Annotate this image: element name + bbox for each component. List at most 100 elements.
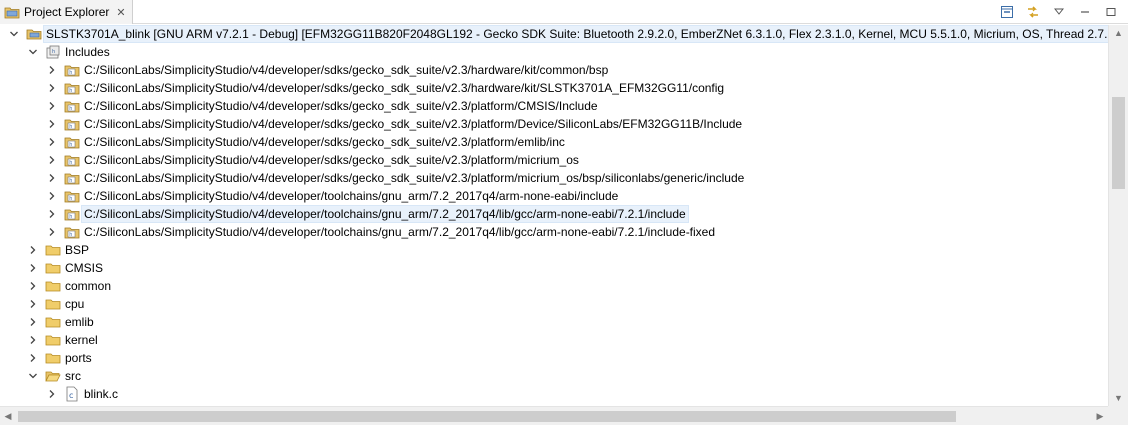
tree-row-includes[interactable]: h Includes xyxy=(0,43,1108,61)
chevron-right-icon[interactable] xyxy=(28,317,38,327)
svg-text:h: h xyxy=(69,88,72,94)
tree-row-folder-kernel[interactable]: kernel xyxy=(0,331,1108,349)
folder-icon xyxy=(45,260,61,276)
tree-row-include-path[interactable]: h C:/SiliconLabs/SimplicityStudio/v4/dev… xyxy=(0,97,1108,115)
folder-label: CMSIS xyxy=(65,261,104,275)
svg-text:c: c xyxy=(69,391,73,400)
vertical-scroll-thumb[interactable] xyxy=(1112,97,1125,189)
scroll-down-icon[interactable]: ▼ xyxy=(1109,390,1128,406)
tree-row-project[interactable]: SLSTK3701A_blink [GNU ARM v7.2.1 - Debug… xyxy=(0,25,1108,43)
chevron-right-icon[interactable] xyxy=(47,209,57,219)
folder-icon xyxy=(45,296,61,312)
include-path-label: C:/SiliconLabs/SimplicityStudio/v4/devel… xyxy=(84,81,725,95)
project-folder-icon xyxy=(26,26,42,42)
include-folder-icon: h xyxy=(64,116,80,132)
folder-icon xyxy=(45,350,61,366)
chevron-right-icon[interactable] xyxy=(47,173,57,183)
include-folder-icon: h xyxy=(64,224,80,240)
c-file-icon: c xyxy=(64,386,80,402)
includes-label: Includes xyxy=(65,45,110,59)
project-tree: SLSTK3701A_blink [GNU ARM v7.2.1 - Debug… xyxy=(0,25,1108,406)
svg-text:h: h xyxy=(69,214,72,220)
folder-icon xyxy=(45,242,61,258)
svg-text:h: h xyxy=(52,49,55,55)
include-folder-icon: h xyxy=(64,152,80,168)
chevron-right-icon[interactable] xyxy=(47,137,57,147)
tree-row-include-path[interactable]: h C:/SiliconLabs/SimplicityStudio/v4/dev… xyxy=(0,115,1108,133)
folder-label: common xyxy=(65,279,112,293)
tree-row-include-path[interactable]: h C:/SiliconLabs/SimplicityStudio/v4/dev… xyxy=(0,169,1108,187)
scroll-up-icon[interactable]: ▲ xyxy=(1109,25,1128,41)
chevron-right-icon[interactable] xyxy=(47,155,57,165)
vertical-scrollbar[interactable]: ▲ ▼ xyxy=(1108,25,1128,406)
svg-text:h: h xyxy=(69,232,72,238)
tree-row-include-path[interactable]: h C:/SiliconLabs/SimplicityStudio/v4/dev… xyxy=(0,223,1108,241)
chevron-down-icon[interactable] xyxy=(28,371,38,381)
tree-row-include-path[interactable]: h C:/SiliconLabs/SimplicityStudio/v4/dev… xyxy=(0,61,1108,79)
chevron-right-icon[interactable] xyxy=(47,83,57,93)
folder-icon xyxy=(45,332,61,348)
close-icon[interactable]: ✕ xyxy=(116,6,125,19)
svg-text:h: h xyxy=(69,124,72,130)
tree-row-folder-emlib[interactable]: emlib xyxy=(0,313,1108,331)
chevron-right-icon[interactable] xyxy=(47,227,57,237)
include-folder-icon: h xyxy=(64,206,80,222)
include-path-label: C:/SiliconLabs/SimplicityStudio/v4/devel… xyxy=(84,225,716,239)
tree-row-include-path[interactable]: h C:/SiliconLabs/SimplicityStudio/v4/dev… xyxy=(0,79,1108,97)
include-path-label: C:/SiliconLabs/SimplicityStudio/v4/devel… xyxy=(84,99,598,113)
collapse-all-icon[interactable] xyxy=(998,3,1016,21)
folder-label: cpu xyxy=(65,297,85,311)
include-folder-icon: h xyxy=(64,80,80,96)
svg-text:h: h xyxy=(69,160,72,166)
scroll-right-icon[interactable]: ▶ xyxy=(1092,407,1108,425)
chevron-right-icon[interactable] xyxy=(47,119,57,129)
chevron-down-icon[interactable] xyxy=(28,47,38,57)
file-label: blink.c xyxy=(84,387,119,401)
project-explorer-icon xyxy=(4,7,20,19)
folder-icon xyxy=(45,278,61,294)
chevron-down-icon[interactable] xyxy=(9,29,19,39)
maximize-icon[interactable] xyxy=(1102,3,1120,21)
tree-row-folder-bsp[interactable]: BSP xyxy=(0,241,1108,259)
tree-row-folder-cmsis[interactable]: CMSIS xyxy=(0,259,1108,277)
tree-row-file-blink[interactable]: c blink.c xyxy=(0,385,1108,403)
chevron-right-icon[interactable] xyxy=(28,353,38,363)
tree-row-folder-ports[interactable]: ports xyxy=(0,349,1108,367)
chevron-right-icon[interactable] xyxy=(28,281,38,291)
minimize-icon[interactable] xyxy=(1076,3,1094,21)
chevron-right-icon[interactable] xyxy=(47,191,57,201)
scrollbar-corner xyxy=(1108,406,1128,425)
chevron-right-icon[interactable] xyxy=(28,245,38,255)
chevron-right-icon[interactable] xyxy=(47,101,57,111)
view-menu-icon[interactable] xyxy=(1050,3,1068,21)
view-title-bar: Project Explorer ✕ xyxy=(0,0,1128,24)
view-toolbar xyxy=(998,2,1120,22)
include-folder-icon: h xyxy=(64,134,80,150)
tab-project-explorer[interactable]: Project Explorer ✕ xyxy=(0,0,133,24)
chevron-right-icon[interactable] xyxy=(28,335,38,345)
tree-row-include-path[interactable]: h C:/SiliconLabs/SimplicityStudio/v4/dev… xyxy=(0,205,1108,223)
horizontal-scrollbar[interactable]: ◀ ▶ xyxy=(0,406,1108,425)
include-path-label: C:/SiliconLabs/SimplicityStudio/v4/devel… xyxy=(84,171,745,185)
folder-icon xyxy=(45,314,61,330)
chevron-right-icon[interactable] xyxy=(28,263,38,273)
horizontal-scroll-thumb[interactable] xyxy=(18,411,956,422)
tree-row-folder-common[interactable]: common xyxy=(0,277,1108,295)
include-path-label: C:/SiliconLabs/SimplicityStudio/v4/devel… xyxy=(81,205,689,223)
include-path-label: C:/SiliconLabs/SimplicityStudio/v4/devel… xyxy=(84,189,619,203)
folder-label: src xyxy=(65,369,81,383)
chevron-right-icon[interactable] xyxy=(47,389,57,399)
tree-row-folder-cpu[interactable]: cpu xyxy=(0,295,1108,313)
tree-row-include-path[interactable]: h C:/SiliconLabs/SimplicityStudio/v4/dev… xyxy=(0,187,1108,205)
tree-row-include-path[interactable]: h C:/SiliconLabs/SimplicityStudio/v4/dev… xyxy=(0,133,1108,151)
chevron-right-icon[interactable] xyxy=(28,299,38,309)
svg-text:h: h xyxy=(69,178,72,184)
include-path-label: C:/SiliconLabs/SimplicityStudio/v4/devel… xyxy=(84,135,565,149)
tree-row-folder-src[interactable]: src xyxy=(0,367,1108,385)
link-editor-icon[interactable] xyxy=(1024,3,1042,21)
include-path-label: C:/SiliconLabs/SimplicityStudio/v4/devel… xyxy=(84,63,609,77)
chevron-right-icon[interactable] xyxy=(47,65,57,75)
scroll-left-icon[interactable]: ◀ xyxy=(0,407,16,425)
folder-label: kernel xyxy=(65,333,98,347)
tree-row-include-path[interactable]: h C:/SiliconLabs/SimplicityStudio/v4/dev… xyxy=(0,151,1108,169)
